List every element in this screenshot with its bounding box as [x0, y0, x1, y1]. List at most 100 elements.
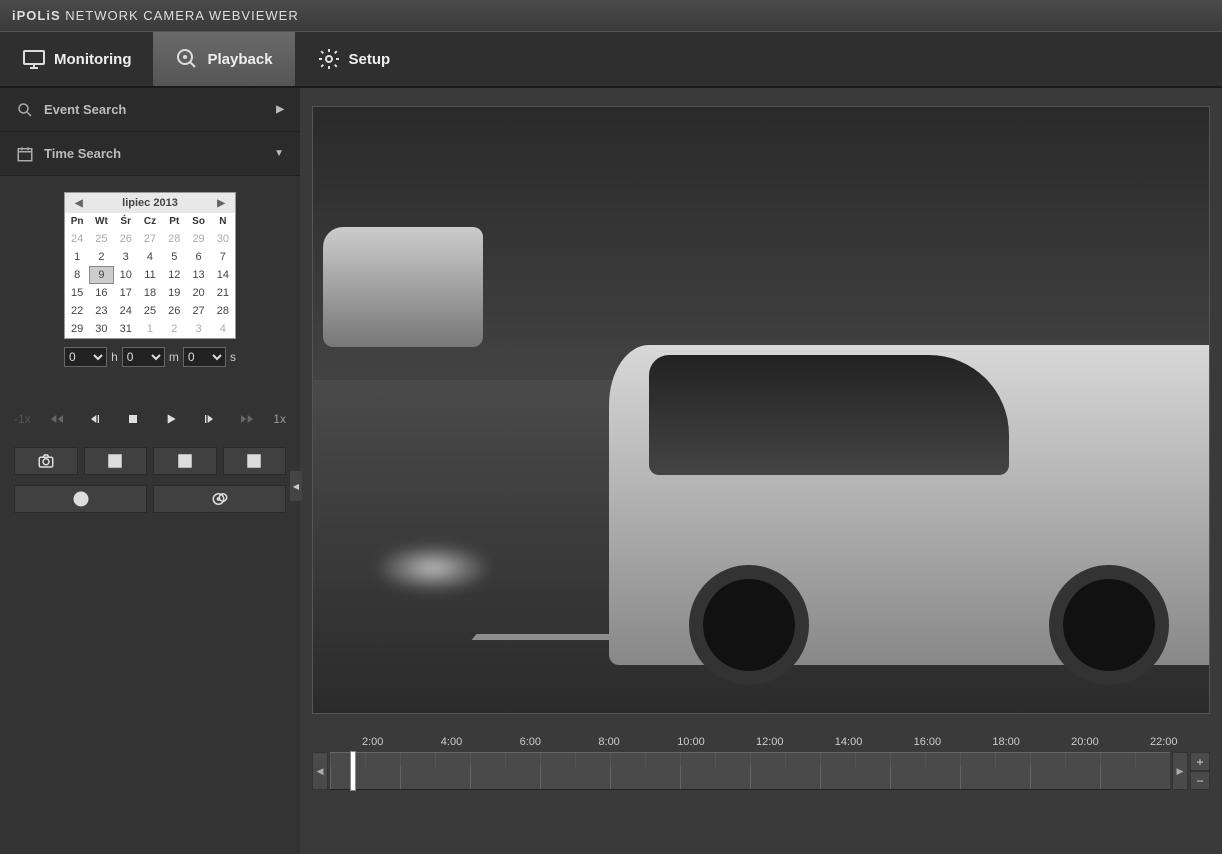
cal-day[interactable]: 1	[138, 320, 162, 338]
video-viewport[interactable]	[312, 106, 1210, 714]
time-selects: 0h 0m 0s	[64, 347, 236, 367]
cal-day[interactable]: 18	[138, 284, 162, 302]
timeline-cursor[interactable]	[350, 751, 356, 791]
event-search-header[interactable]: Event Search ▶	[0, 88, 300, 132]
cal-day[interactable]: 4	[211, 320, 235, 338]
cal-day[interactable]: 21	[211, 284, 235, 302]
tab-setup-label: Setup	[349, 51, 391, 68]
second-select[interactable]: 0	[183, 347, 226, 367]
cal-day[interactable]: 12	[162, 266, 186, 284]
timeline-prev[interactable]: ◀	[312, 752, 328, 790]
content-area: 2:004:006:008:0010:0012:0014:0016:0018:0…	[300, 88, 1222, 854]
fit-screen-button[interactable]	[84, 447, 148, 475]
cal-day[interactable]: 22	[65, 302, 89, 320]
cal-day[interactable]: 2	[89, 248, 113, 266]
timeline-track[interactable]	[330, 752, 1170, 790]
cal-day[interactable]: 16	[89, 284, 113, 302]
speed-back-label: -1x	[14, 412, 31, 426]
cal-day[interactable]: 29	[186, 230, 210, 248]
cal-day[interactable]: 26	[114, 230, 138, 248]
cal-day[interactable]: 17	[114, 284, 138, 302]
cal-day[interactable]: 14	[211, 266, 235, 284]
step-forward-button[interactable]	[195, 405, 223, 433]
cal-day[interactable]: 28	[211, 302, 235, 320]
cal-day[interactable]: 29	[65, 320, 89, 338]
speed-fwd-label: 1x	[273, 412, 286, 426]
cal-day[interactable]: 26	[162, 302, 186, 320]
time-search-label: Time Search	[44, 146, 121, 161]
cal-day-header: Pt	[162, 213, 186, 230]
cal-day[interactable]: 7	[211, 248, 235, 266]
cal-day[interactable]: 25	[89, 230, 113, 248]
timeline-labels: 2:004:006:008:0010:0012:0014:0016:0018:0…	[312, 736, 1210, 748]
tab-setup[interactable]: Setup	[295, 32, 413, 86]
timeline-zoom-out[interactable]: −	[1190, 771, 1210, 790]
main-tabs: Monitoring Playback Setup	[0, 32, 1222, 88]
cal-day[interactable]: 6	[186, 248, 210, 266]
cal-day[interactable]: 25	[138, 302, 162, 320]
cal-day[interactable]: 24	[114, 302, 138, 320]
cal-day[interactable]: 1	[65, 248, 89, 266]
cal-day[interactable]: 19	[162, 284, 186, 302]
cal-day-header: Śr	[114, 213, 138, 230]
cal-day-header: N	[211, 213, 235, 230]
cal-day[interactable]: 3	[186, 320, 210, 338]
fast-forward-button[interactable]	[233, 405, 261, 433]
cal-day[interactable]: 15	[65, 284, 89, 302]
cal-day[interactable]: 2	[162, 320, 186, 338]
timeline: 2:004:006:008:0010:0012:0014:0016:0018:0…	[312, 736, 1210, 790]
sidebar: Event Search ▶ Time Search ▼ ◀ lipiec 20…	[0, 88, 300, 854]
stop-button[interactable]	[119, 405, 147, 433]
video-frame	[313, 107, 1209, 713]
cal-next[interactable]: ▶	[213, 198, 229, 209]
tab-monitoring[interactable]: Monitoring	[0, 32, 153, 86]
cal-day[interactable]: 10	[114, 266, 138, 284]
search-icon	[16, 101, 34, 119]
cal-day[interactable]: 30	[211, 230, 235, 248]
info-button[interactable]	[14, 485, 147, 513]
brand-text: iPOLiS NETWORK CAMERA WEBVIEWER	[12, 8, 299, 23]
cal-day[interactable]: 3	[114, 248, 138, 266]
timeline-zoom-in[interactable]: +	[1190, 752, 1210, 771]
event-search-label: Event Search	[44, 102, 126, 117]
cal-day[interactable]: 30	[89, 320, 113, 338]
cal-day[interactable]: 20	[186, 284, 210, 302]
cal-day-header: Pn	[65, 213, 89, 230]
play-button[interactable]	[157, 405, 185, 433]
time-search-header[interactable]: Time Search ▼	[0, 132, 300, 176]
chevron-down-icon: ▼	[274, 148, 284, 159]
svg-text:1:1: 1:1	[181, 459, 191, 466]
calendar-icon	[16, 145, 34, 163]
timeline-next[interactable]: ▶	[1172, 752, 1188, 790]
cal-day[interactable]: 28	[162, 230, 186, 248]
backup-button[interactable]	[153, 485, 286, 513]
cal-day[interactable]: 23	[89, 302, 113, 320]
time-search-panel: ◀ lipiec 2013 ▶ PnWtŚrCzPtSoN24252627282…	[0, 176, 300, 383]
cal-day[interactable]: 24	[65, 230, 89, 248]
fullscreen-button[interactable]	[223, 447, 287, 475]
hour-select[interactable]: 0	[64, 347, 107, 367]
cal-day[interactable]: 4	[138, 248, 162, 266]
capture-button[interactable]	[14, 447, 78, 475]
playback-icon	[175, 47, 199, 71]
actual-size-button[interactable]: 1:1	[153, 447, 217, 475]
cal-prev[interactable]: ◀	[71, 198, 87, 209]
cal-day[interactable]: 31	[114, 320, 138, 338]
cal-day[interactable]: 27	[186, 302, 210, 320]
tab-playback-label: Playback	[207, 51, 272, 68]
tab-monitoring-label: Monitoring	[54, 51, 131, 68]
minute-select[interactable]: 0	[122, 347, 165, 367]
cal-day[interactable]: 5	[162, 248, 186, 266]
cal-day-header: Wt	[89, 213, 113, 230]
cal-day[interactable]: 11	[138, 266, 162, 284]
playback-controls: -1x 1x 1:1	[0, 401, 300, 513]
step-back-button[interactable]	[81, 405, 109, 433]
cal-day[interactable]: 13	[186, 266, 210, 284]
cal-day[interactable]: 8	[65, 266, 89, 284]
cal-day[interactable]: 27	[138, 230, 162, 248]
sidebar-collapse-handle[interactable]: ◀	[290, 471, 302, 501]
tab-playback[interactable]: Playback	[153, 32, 294, 86]
calendar-title: lipiec 2013	[122, 197, 178, 209]
cal-day[interactable]: 9	[89, 266, 113, 284]
fast-rewind-button[interactable]	[43, 405, 71, 433]
